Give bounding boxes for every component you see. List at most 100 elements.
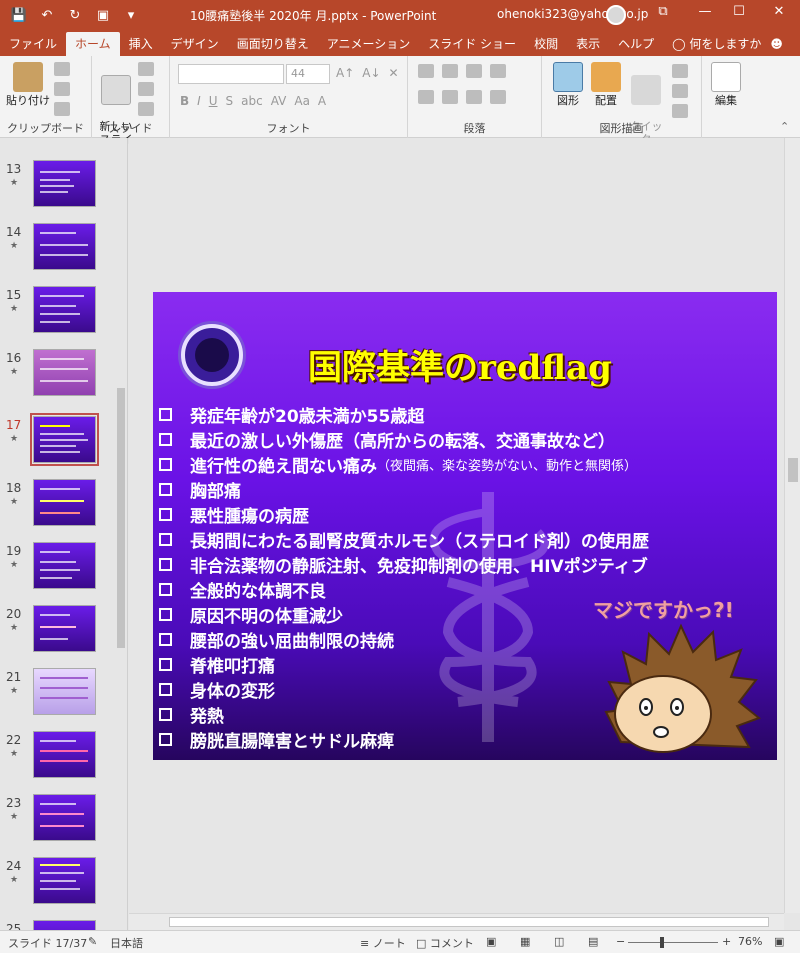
vertical-scrollbar[interactable] xyxy=(784,138,800,913)
slideshow-view-icon[interactable]: ▤ xyxy=(588,935,598,948)
arrange-button[interactable]: 配置 xyxy=(588,62,624,107)
tab-help[interactable]: ヘルプ xyxy=(609,32,663,56)
reset-icon[interactable] xyxy=(138,82,154,96)
tab-insert[interactable]: 挿入 xyxy=(120,32,162,56)
font-size-input[interactable]: 44 xyxy=(286,64,330,84)
customize-toolbar-icon[interactable]: ▾ xyxy=(120,8,142,23)
thumbnail-slide-15[interactable]: 15 ★ xyxy=(0,286,115,348)
align-right-icon[interactable] xyxy=(466,90,482,104)
zoom-slider-handle[interactable] xyxy=(660,937,664,948)
drawing-group: 図形 配置 クイック スタイル 図形描画 xyxy=(542,56,702,172)
align-center-icon[interactable] xyxy=(442,90,458,104)
spellcheck-icon[interactable]: ✎ xyxy=(88,935,97,948)
strikethrough-button[interactable]: S xyxy=(226,94,234,108)
tab-home[interactable]: ホーム xyxy=(66,32,120,56)
tell-me-search[interactable]: ◯ 何をしますか xyxy=(663,32,770,56)
thumbnail-scrollbar-thumb[interactable] xyxy=(117,388,125,648)
tab-design[interactable]: デザイン xyxy=(162,32,228,56)
ribbon-display-options-button[interactable]: ⧉ xyxy=(648,4,678,19)
font-color-button[interactable]: A xyxy=(318,94,326,108)
tab-slideshow[interactable]: スライド ショー xyxy=(419,32,525,56)
avatar[interactable] xyxy=(606,5,626,25)
clear-format-icon[interactable]: ✕ xyxy=(389,66,399,80)
thumbnail-slide-25[interactable]: 25 xyxy=(0,920,115,930)
speech-caption[interactable]: マジですかっ?! xyxy=(593,594,734,623)
restore-button[interactable]: ☐ xyxy=(724,4,754,19)
paste-button[interactable]: 貼り付け xyxy=(6,62,50,107)
shrink-font-icon[interactable]: A↓ xyxy=(362,66,380,80)
thumbnail-slide-21[interactable]: 21 ★ xyxy=(0,668,115,730)
checkbox-icon xyxy=(159,433,172,446)
notes-button[interactable]: ≡ ノート xyxy=(360,935,406,951)
thumbnail-slide-23[interactable]: 23 ★ xyxy=(0,794,115,856)
underline-button[interactable]: U xyxy=(209,94,218,108)
slide-canvas[interactable]: 国際基準のredflag 発症年齢が20歳未満か55歳超 最近の激しい外傷歴（高… xyxy=(153,292,777,760)
vertical-scrollbar-thumb[interactable] xyxy=(788,458,798,482)
cut-icon[interactable] xyxy=(54,62,70,76)
list-item: 発症年齢が20歳未満か55歳超 xyxy=(159,402,769,427)
share-button[interactable]: ☻ 共有 xyxy=(770,32,800,99)
section-icon[interactable] xyxy=(138,102,154,116)
thumbnail-slide-24[interactable]: 24 ★ xyxy=(0,857,115,919)
shape-outline-icon[interactable] xyxy=(672,84,688,98)
layout-icon[interactable] xyxy=(138,62,154,76)
font-name-input[interactable] xyxy=(178,64,284,84)
thumbnail-scrollbar[interactable] xyxy=(115,138,127,930)
change-case-button[interactable]: Aa xyxy=(294,94,310,108)
redo-icon[interactable]: ↻ xyxy=(64,8,86,23)
horizontal-scrollbar[interactable] xyxy=(129,913,784,930)
fit-to-window-icon[interactable]: ▣ xyxy=(774,935,784,948)
italic-button[interactable]: I xyxy=(197,94,201,108)
checkbox-icon xyxy=(159,508,172,521)
bold-button[interactable]: B xyxy=(180,94,189,108)
horizontal-scrollbar-thumb[interactable] xyxy=(169,917,769,927)
line-spacing-icon[interactable] xyxy=(466,64,482,78)
bullets-icon[interactable] xyxy=(418,64,434,78)
thumbnail-slide-14[interactable]: 14 ★ xyxy=(0,223,115,285)
align-left-icon[interactable] xyxy=(418,90,434,104)
tab-animations[interactable]: アニメーション xyxy=(318,32,420,56)
minimize-button[interactable]: — xyxy=(690,4,720,19)
copy-icon[interactable] xyxy=(54,82,70,96)
grow-font-icon[interactable]: A↑ xyxy=(336,66,354,80)
comments-button[interactable]: □ コメント xyxy=(416,935,474,951)
format-painter-icon[interactable] xyxy=(54,102,70,116)
tab-review[interactable]: 校閲 xyxy=(525,32,567,56)
tab-transitions[interactable]: 画面切り替え xyxy=(228,32,318,56)
thumbnail-slide-13[interactable]: 13 ★ xyxy=(0,160,115,222)
thumbnail-slide-16[interactable]: 16 ★ xyxy=(0,349,115,411)
text-direction-icon[interactable] xyxy=(490,64,506,78)
thumbnail-slide-19[interactable]: 19 ★ xyxy=(0,542,115,604)
zoom-in-button[interactable]: + xyxy=(722,935,731,948)
save-icon[interactable]: 💾 xyxy=(8,8,30,23)
zoom-level[interactable]: 76% xyxy=(738,935,762,948)
slide-sorter-icon[interactable]: ▦ xyxy=(520,935,530,948)
thumbnail-slide-18[interactable]: 18 ★ xyxy=(0,479,115,541)
spacing-button[interactable]: AV xyxy=(271,94,287,108)
tab-file[interactable]: ファイル xyxy=(0,32,66,56)
tab-view[interactable]: 表示 xyxy=(567,32,609,56)
editing-button[interactable]: 編集 xyxy=(708,62,744,107)
justify-icon[interactable] xyxy=(490,90,506,104)
language-indicator[interactable]: 日本語 xyxy=(110,935,143,951)
collapse-ribbon-icon[interactable]: ⌃ xyxy=(780,120,789,133)
shapes-button[interactable]: 図形 xyxy=(550,62,586,107)
hedgehog-illustration[interactable] xyxy=(601,622,761,757)
undo-icon[interactable]: ↶ xyxy=(36,8,58,23)
slide-title[interactable]: 国際基準のredflag xyxy=(308,340,628,389)
close-button[interactable]: ✕ xyxy=(764,4,794,19)
thumbnail-slide-20[interactable]: 20 ★ xyxy=(0,605,115,667)
zoom-out-button[interactable]: − xyxy=(616,935,625,948)
shape-fill-icon[interactable] xyxy=(672,64,688,78)
start-slideshow-icon[interactable]: ▣ xyxy=(92,8,114,23)
numbering-icon[interactable] xyxy=(442,64,458,78)
thumbnail-slide-22[interactable]: 22 ★ xyxy=(0,731,115,793)
shadow-button[interactable]: abc xyxy=(241,94,263,108)
zoom-slider[interactable] xyxy=(628,942,718,943)
normal-view-icon[interactable]: ▣ xyxy=(486,935,496,948)
shape-effects-icon[interactable] xyxy=(672,104,688,118)
reading-view-icon[interactable]: ◫ xyxy=(554,935,564,948)
thumbnail-slide-17[interactable]: 17 ★ xyxy=(0,413,115,478)
slide-thumbnail-pane[interactable]: 13 ★ 14 ★ 15 ★ 16 ★ 17 ★ 18 ★ 19 ★ 20 ★ … xyxy=(0,138,128,930)
lightbulb-icon: ◯ xyxy=(672,37,690,51)
